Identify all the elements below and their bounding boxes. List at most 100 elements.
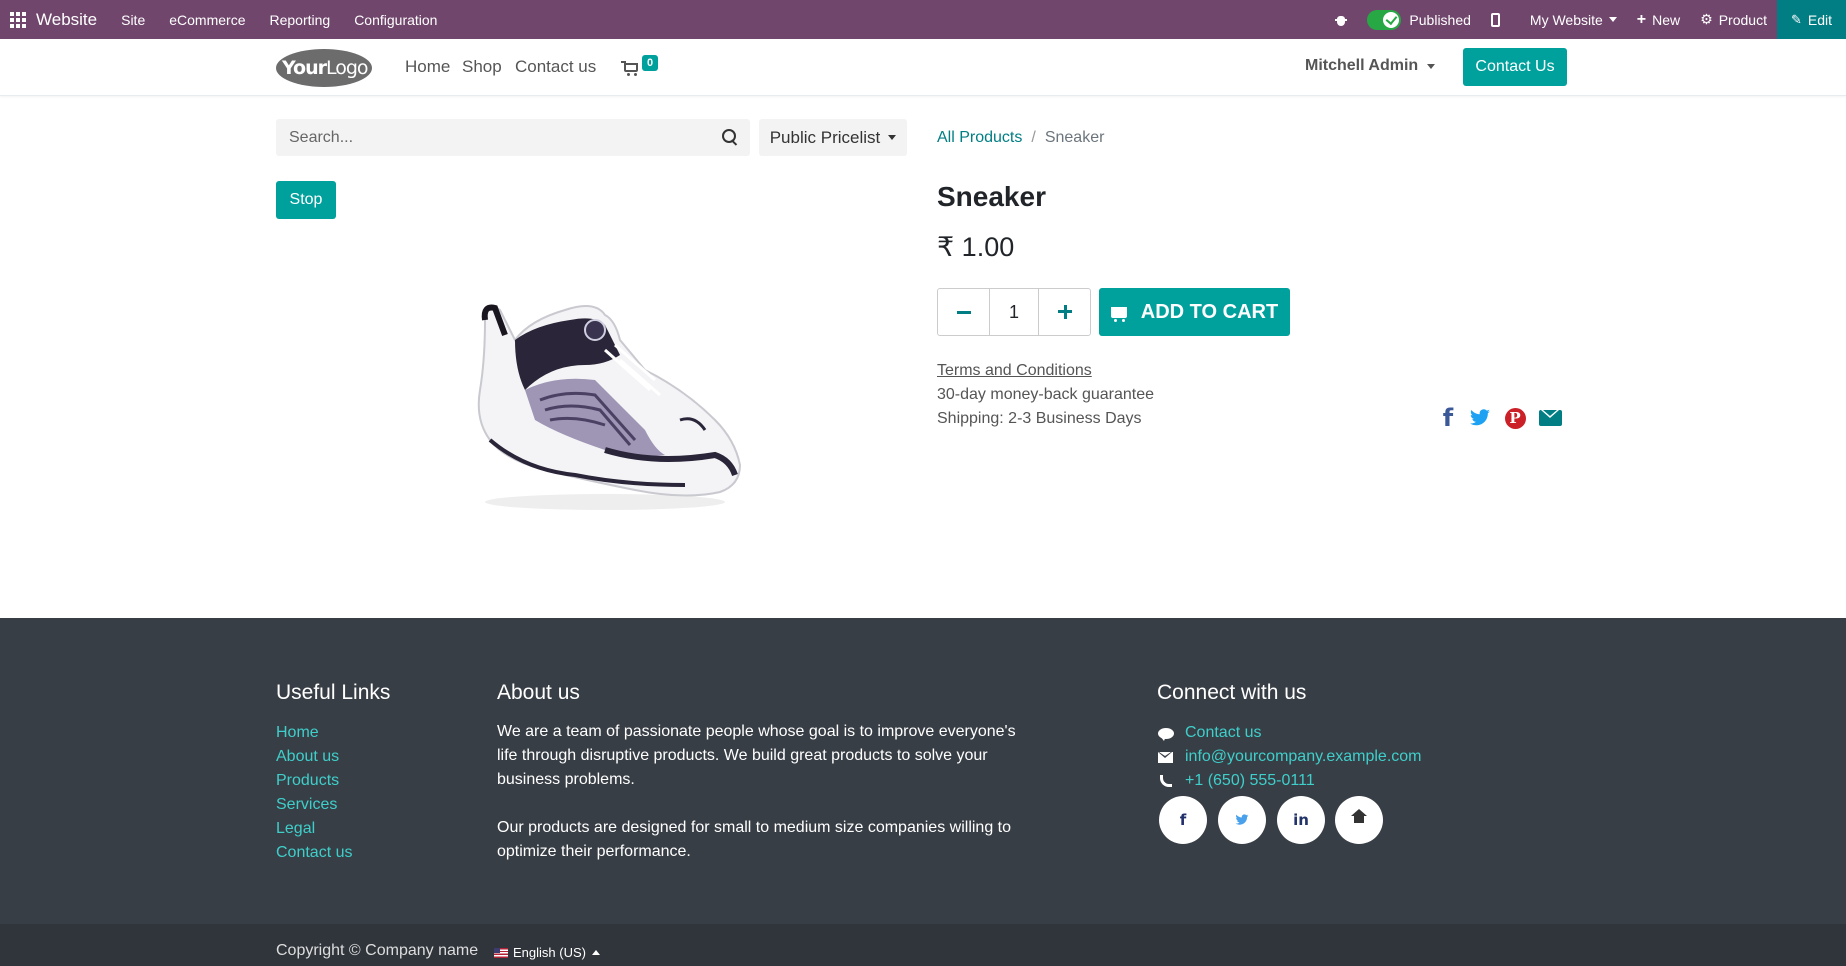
about-us-text-line-2: life through disruptive products. We bui… [497, 747, 988, 764]
toggle-switch[interactable] [1367, 9, 1402, 30]
terms-link[interactable]: Terms and Conditions [937, 362, 1092, 380]
apps-menu-icon[interactable] [0, 0, 36, 39]
cart-count-badge: 0 [642, 55, 658, 71]
shopping-cart-icon [1110, 306, 1127, 322]
user-menu[interactable]: Mitchell Admin [1305, 57, 1436, 75]
language-selector[interactable]: English (US) [494, 945, 600, 960]
chevron-up-icon [591, 950, 600, 955]
stop-button[interactable]: Stop [276, 181, 336, 219]
copyright-text: Copyright © Company name [276, 942, 479, 959]
comment-icon [1158, 728, 1174, 741]
footer-link-contact-us[interactable]: Contact us [276, 844, 352, 862]
footer-link-legal[interactable]: Legal [276, 820, 315, 838]
home-icon [1351, 809, 1367, 826]
connect-heading: Connect with us [1157, 681, 1307, 704]
product-title: Sneaker [937, 181, 1046, 212]
pencil-icon: ✎ [1790, 11, 1802, 27]
footer-contact-link[interactable]: Contact us [1185, 724, 1261, 742]
us-flag-icon [494, 947, 508, 958]
nav-contact-us[interactable]: Contact us [515, 57, 596, 77]
footer-link-home[interactable]: Home [276, 724, 319, 742]
breadcrumb-current: Sneaker [1044, 129, 1105, 146]
edit-label: Edit [1807, 11, 1832, 28]
admin-navbar: Website Site eCommerce Reporting Configu… [0, 0, 1846, 39]
useful-links-heading: Useful Links [276, 681, 391, 704]
product-label: Product [1718, 11, 1767, 28]
published-label: Published [1409, 11, 1471, 28]
about-us-text-line-1: We are a team of passionate people whose… [497, 723, 1016, 740]
logo-text: Logo [325, 57, 369, 79]
quantity-input[interactable] [989, 289, 1039, 335]
edit-button[interactable]: ✎ Edit [1776, 0, 1846, 39]
product-search [276, 119, 750, 156]
envelope-icon[interactable] [1538, 406, 1562, 430]
language-label: English (US) [513, 945, 586, 960]
about-us-heading: About us [497, 681, 580, 704]
quantity-stepper [937, 288, 1091, 336]
facebook-social-icon[interactable]: f [1159, 796, 1207, 844]
chevron-down-icon [1427, 63, 1436, 69]
breadcrumb-all-products[interactable]: All Products [937, 129, 1022, 147]
footer-link-services[interactable]: Services [276, 796, 337, 814]
chevron-down-icon [1608, 17, 1617, 22]
shipping-text: Shipping: 2-3 Business Days [937, 410, 1142, 427]
website-switcher[interactable]: My Website [1520, 0, 1627, 39]
menu-site[interactable]: Site [109, 12, 157, 28]
menu-configuration[interactable]: Configuration [342, 12, 449, 28]
mobile-phone-icon [1490, 12, 1500, 27]
linkedin-social-icon[interactable]: in [1277, 796, 1325, 844]
product-image [477, 304, 742, 510]
about-us-text-line-5: optimize their performance. [497, 843, 691, 860]
admin-right-menu: Published My Website + New ⚙ Product ✎ E… [1325, 0, 1846, 39]
footer-link-about-us[interactable]: About us [276, 748, 339, 766]
search-icon[interactable] [722, 129, 738, 145]
twitter-social-icon[interactable] [1218, 796, 1266, 844]
nav-shop[interactable]: Shop [462, 57, 502, 77]
phone-icon [1160, 775, 1172, 787]
footer-phone-link[interactable]: +1 (650) 555-0111 [1185, 772, 1315, 790]
about-us-text-line-4: Our products are designed for small to m… [497, 819, 1012, 836]
gear-icon: ⚙ [1700, 11, 1713, 27]
cart-link[interactable]: 0 [621, 55, 662, 81]
breadcrumb-separator: / [1031, 129, 1036, 146]
mobile-preview-button[interactable] [1481, 0, 1520, 39]
shopping-cart-icon [621, 61, 638, 76]
publish-toggle[interactable]: Published [1357, 0, 1481, 39]
plus-icon: + [1636, 10, 1647, 28]
website-switcher-label: My Website [1529, 11, 1603, 28]
search-input[interactable] [276, 119, 696, 156]
app-brand[interactable]: Website [36, 10, 97, 30]
footer-email-link[interactable]: info@yourcompany.example.com [1185, 748, 1422, 766]
guarantee-text: 30-day money-back guarantee [937, 386, 1155, 403]
pricelist-dropdown[interactable]: Public Pricelist [759, 119, 907, 156]
new-content-button[interactable]: + New [1627, 0, 1690, 39]
site-logo[interactable]: YourLogo [276, 49, 372, 87]
add-to-cart-label: ADD TO CART [1140, 300, 1279, 323]
about-us-text-line-3: business problems. [497, 771, 635, 788]
debug-bug-icon[interactable] [1325, 0, 1357, 39]
pinterest-icon[interactable]: P [1503, 406, 1527, 430]
product-settings-button[interactable]: ⚙ Product [1690, 0, 1777, 39]
envelope-icon [1158, 752, 1173, 763]
logo-text-bold: Your [282, 57, 327, 79]
user-name: Mitchell Admin [1305, 57, 1419, 74]
new-label: New [1652, 11, 1681, 28]
home-social-icon[interactable] [1335, 796, 1383, 844]
menu-ecommerce[interactable]: eCommerce [157, 12, 257, 28]
twitter-icon[interactable] [1468, 406, 1492, 430]
footer-link-products[interactable]: Products [276, 772, 339, 790]
website-header: YourLogo Home Shop Contact us 0 Mitchell… [0, 39, 1846, 96]
minus-icon[interactable] [938, 289, 989, 335]
pricelist-label: Public Pricelist [769, 127, 881, 147]
plus-icon[interactable] [1039, 289, 1090, 335]
chevron-down-icon [888, 135, 897, 140]
menu-reporting[interactable]: Reporting [257, 12, 342, 28]
facebook-icon[interactable]: f [1436, 404, 1460, 432]
product-price: ₹ 1.00 [937, 232, 1015, 262]
contact-us-button[interactable]: Contact Us [1463, 48, 1567, 86]
footer: Useful Links Home About us Products Serv… [0, 618, 1846, 924]
add-to-cart-button[interactable]: ADD TO CART [1099, 288, 1290, 336]
breadcrumb: All Products / Sneaker [937, 129, 1104, 147]
copyright-bar: Copyright © Company name English (US) [0, 924, 1846, 966]
nav-home[interactable]: Home [405, 57, 450, 77]
